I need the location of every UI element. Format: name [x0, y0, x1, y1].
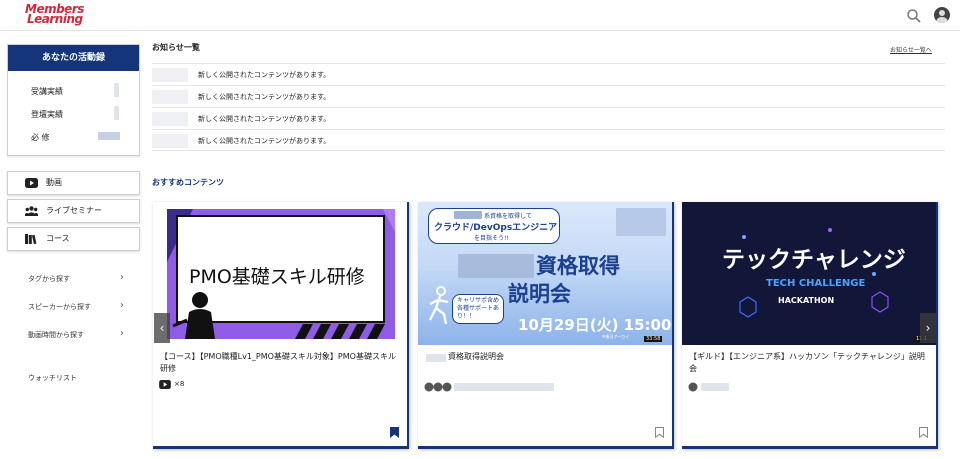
thumb-title: テックチャレンジ [722, 247, 906, 273]
thumb-big1: 資格取得 [536, 254, 620, 278]
runner-figure-icon [428, 286, 449, 325]
redacted-text [454, 211, 482, 219]
redacted-speaker [701, 383, 729, 391]
content-card[interactable]: テックチャレンジ TECH CHALLENGE HACKATHON 11:1 【… [682, 202, 938, 449]
link-watchlist[interactable]: ウォッチリスト [28, 373, 77, 383]
news-item[interactable]: 新しく公開されたコンテンツがあります。 [152, 129, 945, 151]
thumb-line3: を目指そう!! [474, 235, 509, 242]
redacted-date [152, 112, 188, 126]
content-card[interactable]: PMO基礎スキル研修 【コース】【PMO職種Lv1_PMO基礎スキル対象】PMO… [153, 202, 409, 449]
card-thumbnail[interactable]: 系資格を取得して クラウド/DevOpsエンジニア を目指そう!! 資格取得 説… [418, 202, 672, 345]
youtube-icon [159, 380, 171, 389]
activity-panel: あなたの活動録 受講実績 登壇実績 必 修 [7, 44, 140, 156]
thumb-date: 10月29日(火) 15:00〜 [518, 316, 672, 334]
nav-video[interactable]: 動画 [7, 171, 140, 195]
thumb-big2: 説明会 [508, 282, 571, 306]
nav-course-label: コース [46, 234, 70, 243]
user-avatar-icon[interactable] [934, 7, 950, 23]
support-bubble: キャリサポ含め各種サポートあり！！ [452, 294, 504, 324]
chevron-left-icon: ‹ [159, 321, 165, 335]
nav-video-label: 動画 [46, 178, 62, 187]
news-item-text: 新しく公開されたコンテンツがあります。 [198, 71, 331, 79]
speaker-avatar-icon [688, 382, 698, 392]
search-icon[interactable] [906, 8, 922, 24]
carousel-prev-button[interactable]: ‹ [154, 313, 170, 343]
card-title: 資格取得説明会 [448, 352, 504, 361]
redacted-date [152, 68, 188, 82]
activity-title: あなたの活動録 [8, 45, 139, 71]
redacted-text [458, 254, 534, 278]
redacted-value [114, 106, 119, 120]
redacted-value [114, 83, 119, 97]
duration-badge: 33:58 [644, 336, 663, 342]
video-count: ×8 [174, 380, 185, 388]
link-duration-search[interactable]: 動画時間から探す [28, 330, 84, 340]
thumb-line2: クラウド/DevOpsエンジニア [434, 223, 558, 233]
news-more-link[interactable]: お知らせ一覧へ [890, 45, 932, 54]
chevron-right-icon: › [120, 328, 124, 339]
people-icon [25, 206, 38, 216]
news-item[interactable]: 新しく公開されたコンテンツがあります。 [152, 63, 945, 85]
thumbnail-title: PMO基礎スキル研修 [189, 266, 365, 288]
bookmark-outline-icon[interactable] [655, 427, 664, 438]
news-title: お知らせ一覧 [152, 43, 200, 52]
bookmark-outline-icon[interactable] [919, 427, 928, 438]
speaker-avatars-icon [424, 382, 452, 392]
news-item-text: 新しく公開されたコンテンツがあります。 [198, 93, 331, 101]
nav-live-seminar-label: ライブセミナー [46, 206, 102, 215]
redacted-text [426, 354, 446, 362]
thumb-archive-note: ※後日アーカイ [602, 334, 630, 339]
content-card[interactable]: 系資格を取得して クラウド/DevOpsエンジニア を目指そう!! 資格取得 説… [418, 202, 674, 449]
redacted-logo [616, 208, 666, 236]
redacted-value [98, 132, 120, 140]
activity-row-attendance: 受講実績 [31, 87, 63, 96]
news-item-text: 新しく公開されたコンテンツがあります。 [198, 115, 331, 123]
activity-row-speaking: 登壇実績 [31, 110, 63, 119]
activity-row-required: 必 修 [31, 133, 50, 142]
nav-live-seminar[interactable]: ライブセミナー [7, 199, 140, 223]
thumb-sub1: TECH CHALLENGE [766, 278, 866, 289]
news-item[interactable]: 新しく公開されたコンテンツがあります。 [152, 107, 945, 129]
chevron-right-icon: › [120, 272, 124, 283]
carousel-next-button[interactable]: › [920, 313, 936, 343]
chevron-right-icon: › [120, 300, 124, 311]
logo-line2: Learning [27, 12, 83, 26]
card-thumbnail[interactable]: PMO基礎スキル研修 [153, 202, 407, 345]
nav-course[interactable]: コース [7, 227, 140, 251]
recommended-title: おすすめコンテンツ [152, 178, 224, 187]
books-icon [25, 234, 37, 244]
logo[interactable]: Members Learning [25, 2, 87, 26]
link-speaker-search[interactable]: スピーカーから探す [28, 302, 91, 312]
redacted-date [152, 134, 188, 148]
card-title: 【ギルド】【エンジニア系】ハッカソン「テックチャレンジ」説明会 [689, 352, 925, 373]
chevron-right-icon: › [925, 321, 931, 335]
card-title: 【コース】【PMO職種Lv1_PMO基礎スキル対象】PMO基礎スキル研修 [160, 352, 396, 373]
card-thumbnail[interactable]: テックチャレンジ TECH CHALLENGE HACKATHON 11:1 [682, 202, 936, 345]
link-tag-search[interactable]: タグから探す [28, 274, 70, 284]
top-bar: Members Learning [0, 0, 960, 31]
redacted-date [152, 90, 188, 104]
news-item-text: 新しく公開されたコンテンツがあります。 [198, 137, 331, 145]
thumb-sub2: HACKATHON [778, 296, 835, 305]
redacted-speakers [454, 383, 554, 391]
youtube-icon [25, 178, 38, 188]
thumb-line1: 系資格を取得して [484, 213, 532, 220]
news-item[interactable]: 新しく公開されたコンテンツがあります。 [152, 85, 945, 107]
bookmark-filled-icon[interactable] [390, 427, 399, 438]
